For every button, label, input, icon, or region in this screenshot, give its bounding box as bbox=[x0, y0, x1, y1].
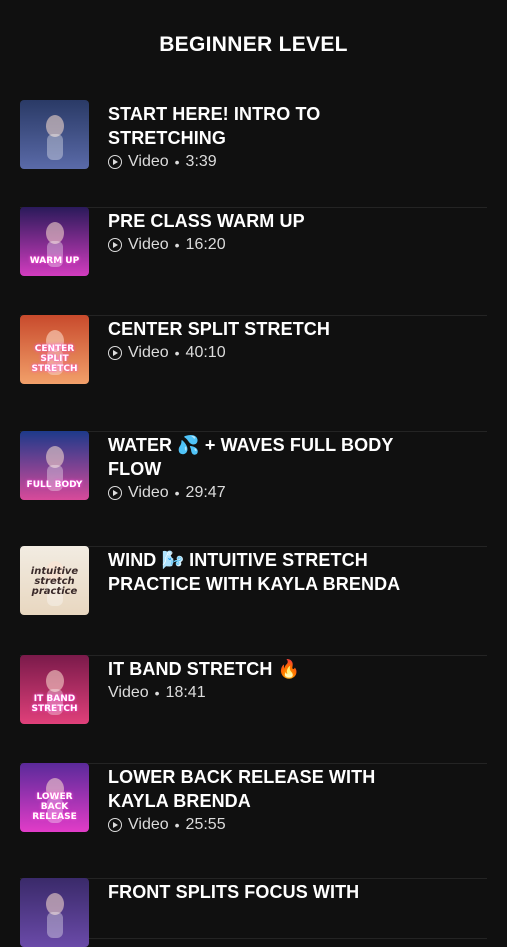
thumbnail-image bbox=[20, 878, 89, 947]
video-title[interactable]: CENTER SPLIT STRETCH bbox=[108, 317, 330, 341]
page-title: BEGINNER LEVEL bbox=[159, 33, 348, 56]
item-info: LOWER BACK RELEASE WITH KAYLA BRENDA Vide… bbox=[108, 763, 428, 834]
video-title[interactable]: LOWER BACK RELEASE WITH KAYLA BRENDA bbox=[108, 765, 428, 813]
play-circle-icon bbox=[108, 238, 122, 252]
media-type: Video bbox=[128, 236, 169, 253]
list-item[interactable]: CENTER SPLIT STRETCH CENTER SPLIT STRETCH… bbox=[20, 315, 487, 432]
video-meta: Video • 40:10 bbox=[108, 344, 330, 362]
duration: 18:41 bbox=[165, 684, 206, 701]
list-item[interactable]: START HERE! INTRO TO STRETCHING Video • 3:3… bbox=[20, 100, 487, 208]
item-info: WIND 🌬️ INTUITIVE STRETCH PRACTICE WITH … bbox=[108, 546, 428, 596]
separator-dot: • bbox=[174, 345, 180, 361]
video-thumbnail[interactable] bbox=[20, 100, 89, 169]
duration: 3:39 bbox=[185, 153, 217, 170]
play-circle-icon bbox=[108, 346, 122, 360]
video-thumbnail[interactable]: IT BAND STRETCH bbox=[20, 655, 89, 724]
video-thumbnail[interactable]: intuitive stretch practice bbox=[20, 546, 89, 615]
video-meta: Video • 3:39 bbox=[108, 153, 428, 171]
video-title[interactable]: WIND 🌬️ INTUITIVE STRETCH PRACTICE WITH … bbox=[108, 548, 428, 596]
video-meta: Video • 29:47 bbox=[108, 484, 428, 502]
duration: 25:55 bbox=[185, 816, 226, 833]
item-info: FRONT SPLITS FOCUS WITH bbox=[108, 878, 359, 904]
separator-dot: • bbox=[174, 817, 180, 833]
thumbnail-caption: CENTER SPLIT STRETCH bbox=[31, 344, 78, 374]
item-info: WATER 💦 + WAVES FULL BODY FLOW Video • 29:4… bbox=[108, 431, 428, 502]
separator-dot: • bbox=[174, 154, 180, 170]
video-title[interactable]: FRONT SPLITS FOCUS WITH bbox=[108, 880, 359, 904]
thumbnail-caption: LOWER BACK RELEASE bbox=[32, 792, 77, 822]
video-title[interactable]: WATER 💦 + WAVES FULL BODY FLOW bbox=[108, 433, 428, 481]
thumbnail-caption: intuitive stretch practice bbox=[30, 566, 79, 597]
list-item[interactable]: LOWER BACK RELEASE LOWER BACK RELEASE WIT… bbox=[20, 763, 487, 879]
video-meta: Video • 18:41 bbox=[108, 684, 300, 702]
video-meta: Video • 25:55 bbox=[108, 816, 428, 834]
video-title[interactable]: IT BAND STRETCH 🔥 bbox=[108, 657, 300, 681]
thumbnail-caption: WARM UP bbox=[29, 256, 80, 266]
play-circle-icon bbox=[108, 486, 122, 500]
media-type: Video bbox=[128, 344, 169, 361]
duration: 40:10 bbox=[185, 344, 226, 361]
media-type: Video bbox=[128, 484, 169, 501]
separator-dot: • bbox=[154, 685, 160, 701]
page-header: BEGINNER LEVEL bbox=[0, 0, 507, 90]
video-title[interactable]: PRE CLASS WARM UP bbox=[108, 209, 305, 233]
duration: 16:20 bbox=[185, 236, 226, 253]
item-info: START HERE! INTRO TO STRETCHING Video • 3:3… bbox=[108, 100, 428, 171]
video-thumbnail[interactable]: CENTER SPLIT STRETCH bbox=[20, 315, 89, 384]
list-item[interactable]: IT BAND STRETCH IT BAND STRETCH 🔥 Video • 18… bbox=[20, 655, 487, 764]
duration: 29:47 bbox=[185, 484, 226, 501]
media-type: Video bbox=[108, 684, 149, 701]
video-thumbnail[interactable]: WARM UP bbox=[20, 207, 89, 276]
item-info: PRE CLASS WARM UP Video • 16:20 bbox=[108, 207, 305, 254]
item-info: IT BAND STRETCH 🔥 Video • 18:41 bbox=[108, 655, 300, 702]
play-circle-icon bbox=[108, 818, 122, 832]
separator-dot: • bbox=[174, 485, 180, 501]
item-info: CENTER SPLIT STRETCH Video • 40:10 bbox=[108, 315, 330, 362]
video-thumbnail[interactable]: FULL BODY bbox=[20, 431, 89, 500]
separator-dot: • bbox=[174, 237, 180, 253]
media-type: Video bbox=[128, 816, 169, 833]
video-title[interactable]: START HERE! INTRO TO STRETCHING bbox=[108, 102, 428, 150]
video-meta: Video • 16:20 bbox=[108, 236, 305, 254]
video-thumbnail[interactable] bbox=[20, 878, 89, 947]
video-thumbnail[interactable]: LOWER BACK RELEASE bbox=[20, 763, 89, 832]
thumbnail-caption: IT BAND STRETCH bbox=[31, 694, 78, 714]
list-item[interactable]: WARM UP PRE CLASS WARM UP Video • 16:20 bbox=[20, 207, 487, 316]
list-item[interactable]: FRONT SPLITS FOCUS WITH bbox=[20, 878, 487, 947]
list-item[interactable]: FULL BODY WATER 💦 + WAVES FULL BODY FLOW V… bbox=[20, 431, 487, 547]
media-type: Video bbox=[128, 153, 169, 170]
thumbnail-caption: FULL BODY bbox=[26, 480, 83, 490]
list-item[interactable]: intuitive stretch practice WIND 🌬️ INTUIT… bbox=[20, 546, 487, 656]
play-circle-icon bbox=[108, 155, 122, 169]
thumbnail-image bbox=[20, 100, 89, 169]
